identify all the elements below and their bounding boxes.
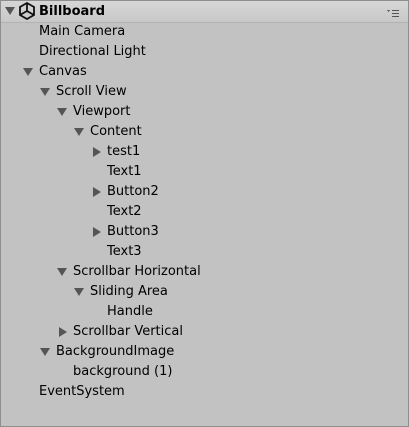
hierarchy-item[interactable]: BackgroundImage (1, 342, 408, 362)
hierarchy-item[interactable]: Main Camera (1, 22, 408, 42)
collapse-arrow-icon[interactable] (91, 182, 103, 202)
hierarchy-item[interactable]: EventSystem (1, 382, 408, 402)
expand-arrow-icon[interactable] (74, 122, 86, 142)
hierarchy-item[interactable]: Text3 (1, 242, 408, 262)
hierarchy-item[interactable]: test1 (1, 142, 408, 162)
expand-arrow-icon[interactable] (74, 282, 86, 302)
hierarchy-item-label: Scrollbar Vertical (73, 324, 183, 339)
hierarchy-item[interactable]: Text1 (1, 162, 408, 182)
hierarchy-item[interactable]: Sliding Area (1, 282, 408, 302)
scene-header[interactable]: Billboard (1, 1, 408, 23)
hierarchy-item-label: background (1) (73, 364, 173, 379)
expand-arrow-icon[interactable] (57, 102, 69, 122)
hierarchy-panel: Billboard Main Camera Directional Light Ca… (0, 0, 409, 427)
hierarchy-item-label: Main Camera (39, 24, 126, 39)
hierarchy-item-label: Scrollbar Horizontal (73, 264, 201, 279)
hierarchy-item[interactable]: Scrollbar Vertical (1, 322, 408, 342)
expand-arrow-icon[interactable] (40, 82, 52, 102)
collapse-arrow-icon[interactable] (57, 322, 69, 342)
hierarchy-item-label: test1 (107, 144, 141, 159)
hierarchy-item-label: Button3 (107, 224, 159, 239)
collapse-arrow-icon[interactable] (91, 142, 103, 162)
hierarchy-item-label: Button2 (107, 184, 159, 199)
scene-expand-arrow-icon[interactable] (5, 1, 17, 21)
hierarchy-item-label: Viewport (73, 104, 131, 119)
hierarchy-item-label: BackgroundImage (56, 344, 175, 359)
unity-logo-icon (18, 1, 36, 24)
hierarchy-item-label: Sliding Area (90, 284, 168, 299)
hierarchy-item-label: Canvas (39, 64, 87, 79)
hierarchy-item[interactable]: background (1) (1, 362, 408, 382)
scene-title: Billboard (39, 4, 106, 19)
hierarchy-item-label: Text3 (107, 244, 142, 259)
hierarchy-item[interactable]: Handle (1, 302, 408, 322)
hierarchy-item-label: EventSystem (39, 384, 125, 399)
hierarchy-item-label: Scroll View (56, 84, 127, 99)
expand-arrow-icon[interactable] (40, 342, 52, 362)
hierarchy-item[interactable]: Text2 (1, 202, 408, 222)
collapse-arrow-icon[interactable] (91, 222, 103, 242)
hierarchy-item-label: Text2 (107, 204, 142, 219)
hierarchy-item[interactable]: Directional Light (1, 42, 408, 62)
hierarchy-item[interactable]: Scroll View (1, 82, 408, 102)
hierarchy-item-label: Content (90, 124, 142, 139)
hierarchy-item-label: Text1 (107, 164, 142, 179)
hierarchy-item-label: Handle (107, 304, 153, 319)
hierarchy-item[interactable]: Canvas (1, 62, 408, 82)
context-menu-icon[interactable] (386, 5, 400, 17)
hierarchy-item-label: Directional Light (39, 44, 146, 59)
hierarchy-item[interactable]: Button2 (1, 182, 408, 202)
hierarchy-item[interactable]: Content (1, 122, 408, 142)
hierarchy-item[interactable]: Viewport (1, 102, 408, 122)
expand-arrow-icon[interactable] (57, 262, 69, 282)
expand-arrow-icon[interactable] (23, 62, 35, 82)
hierarchy-item[interactable]: Button3 (1, 222, 408, 242)
hierarchy-item[interactable]: Scrollbar Horizontal (1, 262, 408, 282)
